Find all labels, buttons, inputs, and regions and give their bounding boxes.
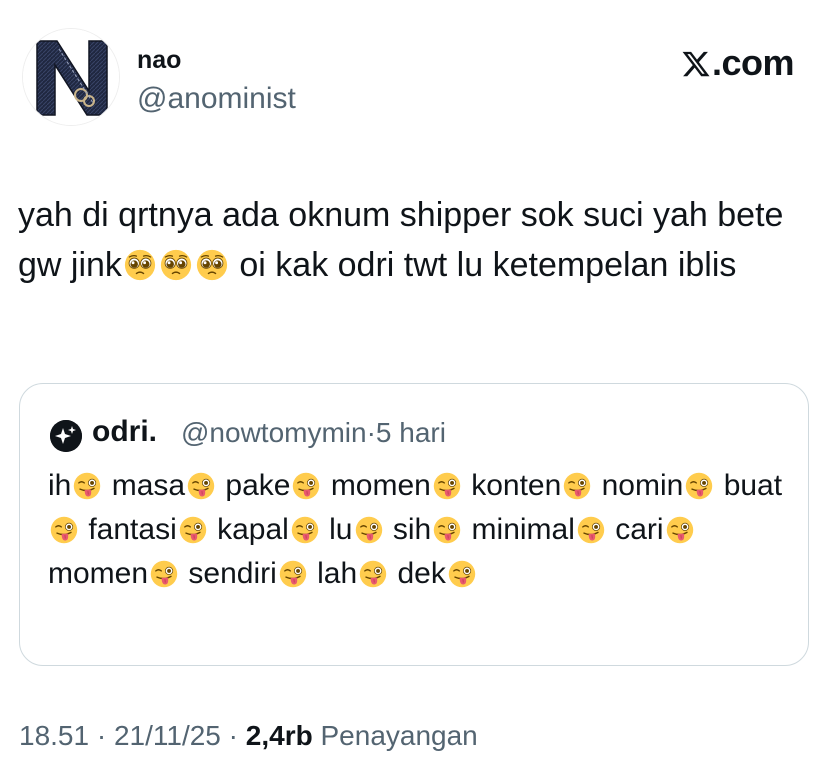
quote-word: cari [615,513,664,546]
tweet-text-segment: oi kak odri twt lu ketempelan iblis [229,246,737,284]
x-logo-icon [681,46,711,88]
winking-face-with-tongue-emoji [292,472,320,500]
winking-face-with-tongue-emoji [179,516,207,544]
quote-word: pake [225,469,291,502]
quote-word: konten [471,469,562,502]
winking-face-with-tongue-emoji [73,472,101,500]
winking-face-with-tongue-emoji [563,472,591,500]
separator-dot: · [96,720,107,751]
quote-word: momen [48,557,149,590]
winking-face-with-tongue-emoji [50,516,78,544]
pleading-face-emoji [160,249,192,281]
tweet-meta: 18.51 · 21/11/25 · 2,4rb Penayangan [19,720,478,752]
avatar-logo-icon [23,29,119,125]
quote-word: nomin [601,469,684,502]
quote-word: dek [397,557,446,590]
separator-dot: · [228,720,238,751]
quote-word: momen [330,469,431,502]
winking-face-with-tongue-emoji [433,516,461,544]
quote-word: kapal [217,513,289,546]
quoted-display-name[interactable]: odri. [92,415,157,449]
quote-word: minimal [471,513,575,546]
quote-word: sendiri [188,557,277,590]
post-date: 21/11/25 [113,720,221,751]
separator-dot: · [366,417,376,448]
pleading-face-emoji [124,249,156,281]
views-count: 2,4rb [245,720,313,751]
quoted-avatar[interactable] [50,420,82,452]
avatar[interactable] [22,28,120,126]
post-time: 18.51 [19,720,90,751]
winking-face-with-tongue-emoji [685,472,713,500]
brand-domain: .com [711,42,795,83]
quote-word: buat [723,469,783,502]
quote-word: lah [317,557,358,590]
quote-word: sih [392,513,432,546]
quote-word: ih [48,469,72,502]
sparkle-avatar-icon [50,420,82,452]
winking-face-with-tongue-emoji [448,560,476,588]
winking-face-with-tongue-emoji [150,560,178,588]
x-com-brand: .com [681,42,795,88]
quoted-tweet-text: ih masa pake momen konten nomin buat fan… [48,464,788,596]
winking-face-with-tongue-emoji [359,560,387,588]
display-name[interactable]: nao [137,46,181,75]
quote-word: masa [111,469,186,502]
quote-word: fantasi [88,513,177,546]
quoted-tweet-card[interactable]: odri. @nowtomymin·5 hari ih masa pake mo… [19,383,809,666]
tweet-text: yah di qrtnya ada oknum shipper sok suci… [18,190,808,290]
winking-face-with-tongue-emoji [577,516,605,544]
winking-face-with-tongue-emoji [666,516,694,544]
pleading-face-emoji [196,249,228,281]
quoted-handle-time[interactable]: @nowtomymin·5 hari [181,417,446,449]
views-label: Penayangan [320,720,478,751]
winking-face-with-tongue-emoji [279,560,307,588]
user-handle[interactable]: @anominist [137,82,296,116]
quoted-timestamp: 5 hari [375,417,446,448]
winking-face-with-tongue-emoji [291,516,319,544]
winking-face-with-tongue-emoji [355,516,383,544]
winking-face-with-tongue-emoji [187,472,215,500]
winking-face-with-tongue-emoji [433,472,461,500]
quoted-handle: @nowtomymin [181,417,367,448]
quote-word: lu [329,513,353,546]
